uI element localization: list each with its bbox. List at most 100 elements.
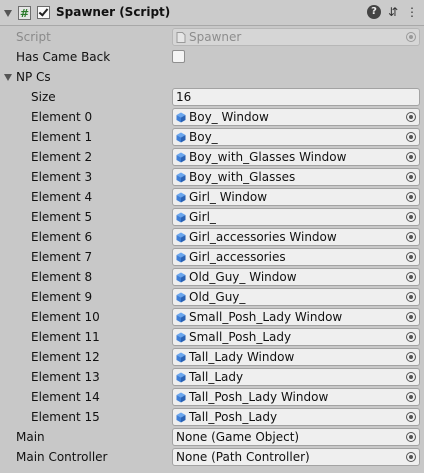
element-value: Boy_with_Glasses Window xyxy=(189,150,347,164)
npcs-size-row: Size 16 xyxy=(0,87,424,107)
element-label: Element 14 xyxy=(31,390,100,404)
element-value: Old_Guy_ Window xyxy=(189,270,297,284)
size-input[interactable]: 16 xyxy=(172,88,420,106)
object-picker-icon xyxy=(406,32,416,42)
object-picker-icon[interactable] xyxy=(406,212,416,222)
object-picker-icon[interactable] xyxy=(406,312,416,322)
script-icon: # xyxy=(18,6,31,20)
script-file-icon xyxy=(176,32,186,43)
script-value: Spawner xyxy=(189,30,242,44)
prefab-icon xyxy=(176,172,186,183)
prefab-icon xyxy=(176,312,186,323)
main-controller-object-field[interactable]: None (Path Controller) xyxy=(172,448,420,466)
script-row: Script Spawner xyxy=(0,27,424,47)
prefab-icon xyxy=(176,152,186,163)
element-label: Element 5 xyxy=(31,210,93,224)
main-controller-value: None (Path Controller) xyxy=(176,450,310,464)
element-object-field[interactable]: Girl_ xyxy=(172,208,420,226)
npcs-element-row: Element 2 Boy_with_Glasses Window xyxy=(0,147,424,167)
npcs-element-row: Element 4 Girl_ Window xyxy=(0,187,424,207)
object-picker-icon[interactable] xyxy=(406,392,416,402)
element-value: Boy_with_Glasses xyxy=(189,170,296,184)
help-icon[interactable]: ? xyxy=(367,5,381,19)
element-object-field[interactable]: Tall_Posh_Lady Window xyxy=(172,388,420,406)
npcs-element-row: Element 13 Tall_Lady xyxy=(0,367,424,387)
script-label: Script xyxy=(16,30,51,44)
object-picker-icon[interactable] xyxy=(406,352,416,362)
element-label: Element 3 xyxy=(31,170,93,184)
more-icon[interactable]: ⋮ xyxy=(405,5,419,19)
object-picker-icon[interactable] xyxy=(406,332,416,342)
element-object-field[interactable]: Tall_Lady Window xyxy=(172,348,420,366)
object-picker-icon[interactable] xyxy=(406,452,416,462)
npcs-element-row: Element 8 Old_Guy_ Window xyxy=(0,267,424,287)
has-came-back-checkbox[interactable] xyxy=(172,50,185,63)
element-object-field[interactable]: Tall_Lady xyxy=(172,368,420,386)
foldout-arrow-icon[interactable] xyxy=(4,10,12,17)
object-picker-icon[interactable] xyxy=(406,272,416,282)
element-object-field[interactable]: Boy_with_Glasses xyxy=(172,168,420,186)
prefab-icon xyxy=(176,232,186,243)
main-label: Main xyxy=(16,430,45,444)
element-object-field[interactable]: Girl_accessories Window xyxy=(172,228,420,246)
object-picker-icon[interactable] xyxy=(406,192,416,202)
enabled-checkbox[interactable] xyxy=(37,6,50,19)
element-object-field[interactable]: Boy_ Window xyxy=(172,108,420,126)
object-picker-icon[interactable] xyxy=(406,372,416,382)
npcs-element-row: Element 12 Tall_Lady Window xyxy=(0,347,424,367)
main-controller-row: Main Controller None (Path Controller) xyxy=(0,447,424,467)
object-picker-icon[interactable] xyxy=(406,132,416,142)
element-object-field[interactable]: Old_Guy_ xyxy=(172,288,420,306)
element-object-field[interactable]: Small_Posh_Lady Window xyxy=(172,308,420,326)
element-object-field[interactable]: Small_Posh_Lady xyxy=(172,328,420,346)
object-picker-icon[interactable] xyxy=(406,412,416,422)
element-value: Girl_ Window xyxy=(189,190,268,204)
preset-icon[interactable]: ⇵ xyxy=(386,5,400,19)
npcs-element-row: Element 14 Tall_Posh_Lady Window xyxy=(0,387,424,407)
npcs-element-row: Element 10 Small_Posh_Lady Window xyxy=(0,307,424,327)
prefab-icon xyxy=(176,352,186,363)
npcs-element-row: Element 5 Girl_ xyxy=(0,207,424,227)
npcs-element-row: Element 15 Tall_Posh_Lady xyxy=(0,407,424,427)
element-object-field[interactable]: Girl_ Window xyxy=(172,188,420,206)
object-picker-icon[interactable] xyxy=(406,112,416,122)
element-label: Element 15 xyxy=(31,410,100,424)
foldout-arrow-icon[interactable] xyxy=(4,74,12,81)
element-label: Element 12 xyxy=(31,350,100,364)
prefab-icon xyxy=(176,252,186,263)
element-label: Element 13 xyxy=(31,370,100,384)
object-picker-icon[interactable] xyxy=(406,252,416,262)
object-picker-icon[interactable] xyxy=(406,432,416,442)
npcs-element-row: Element 3 Boy_with_Glasses xyxy=(0,167,424,187)
element-value: Old_Guy_ xyxy=(189,290,246,304)
has-came-back-row: Has Came Back xyxy=(0,47,424,67)
element-object-field[interactable]: Girl_accessories xyxy=(172,248,420,266)
element-value: Boy_ Window xyxy=(189,110,269,124)
element-object-field[interactable]: Boy_ xyxy=(172,128,420,146)
object-picker-icon[interactable] xyxy=(406,232,416,242)
element-label: Element 10 xyxy=(31,310,100,324)
element-label: Element 6 xyxy=(31,230,93,244)
object-picker-icon[interactable] xyxy=(406,152,416,162)
npcs-foldout-row[interactable]: NP Cs xyxy=(0,67,424,87)
element-value: Girl_accessories xyxy=(189,250,286,264)
prefab-icon xyxy=(176,132,186,143)
element-object-field[interactable]: Tall_Posh_Lady xyxy=(172,408,420,426)
prefab-icon xyxy=(176,112,186,123)
prefab-icon xyxy=(176,332,186,343)
element-object-field[interactable]: Old_Guy_ Window xyxy=(172,268,420,286)
element-value: Tall_Lady xyxy=(189,370,244,384)
prefab-icon xyxy=(176,272,186,283)
prefab-icon xyxy=(176,292,186,303)
element-value: Small_Posh_Lady Window xyxy=(189,310,343,324)
npcs-element-row: Element 7 Girl_accessories xyxy=(0,247,424,267)
prefab-icon xyxy=(176,212,186,223)
object-picker-icon[interactable] xyxy=(406,172,416,182)
object-picker-icon[interactable] xyxy=(406,292,416,302)
element-value: Tall_Posh_Lady Window xyxy=(189,390,329,404)
prefab-icon xyxy=(176,372,186,383)
element-label: Element 7 xyxy=(31,250,93,264)
element-object-field[interactable]: Boy_with_Glasses Window xyxy=(172,148,420,166)
main-object-field[interactable]: None (Game Object) xyxy=(172,428,420,446)
npcs-label: NP Cs xyxy=(16,70,51,84)
